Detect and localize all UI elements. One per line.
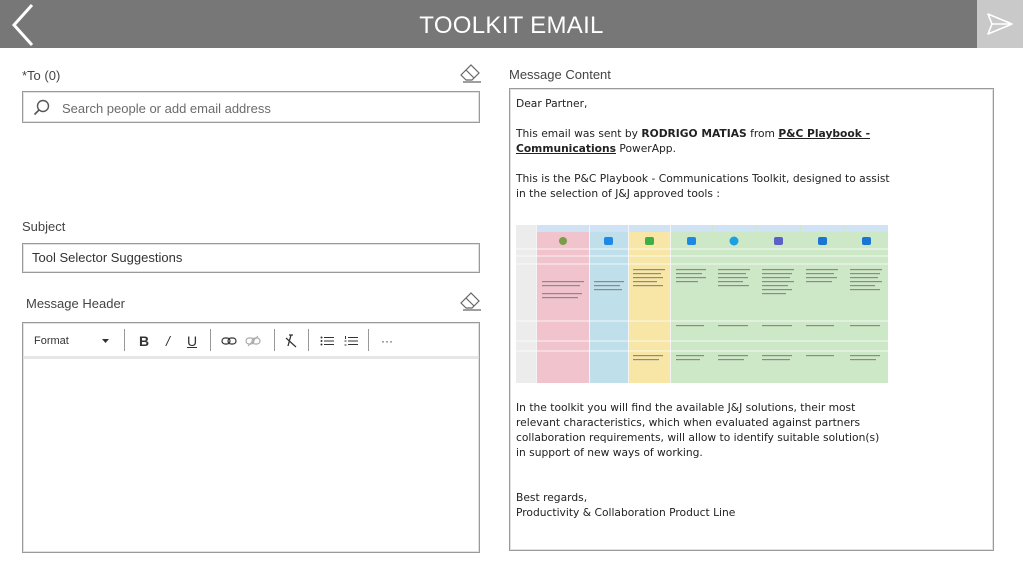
- eraser-icon[interactable]: [460, 292, 482, 312]
- search-icon: [33, 99, 50, 116]
- unlink-icon[interactable]: [242, 330, 264, 352]
- toolbar-separator: [210, 329, 211, 351]
- numbered-list-icon[interactable]: [340, 330, 362, 352]
- clear-format-icon[interactable]: [280, 330, 302, 352]
- subject-input[interactable]: Tool Selector Suggestions: [22, 243, 480, 273]
- link-icon[interactable]: [218, 330, 240, 352]
- greeting: Dear Partner,: [516, 97, 588, 110]
- format-dropdown[interactable]: Format: [34, 330, 114, 352]
- eraser-icon[interactable]: [460, 64, 482, 84]
- send-button[interactable]: [977, 0, 1023, 48]
- from-text: from: [746, 127, 779, 140]
- sender-name: RODRIGO MATIAS: [641, 127, 747, 140]
- body-text: In the toolkit you will find the availab…: [516, 401, 880, 459]
- recipient-search-field[interactable]: [22, 91, 480, 123]
- page-title: TOOLKIT EMAIL: [419, 12, 604, 39]
- sent-by-line: This email was sent by RODRIGO MATIAS fr…: [516, 126, 891, 156]
- to-label: *To (0): [22, 68, 61, 83]
- message-header-label: Message Header: [26, 296, 125, 311]
- bold-button[interactable]: B: [134, 330, 154, 352]
- underline-button[interactable]: U: [182, 330, 202, 352]
- signature-text: Productivity & Collaboration Product Lin…: [516, 506, 736, 519]
- message-header-editor[interactable]: Format B / U ···: [22, 322, 480, 553]
- header-bar: TOOLKIT EMAIL: [0, 0, 1023, 48]
- toolkit-table-image: [516, 225, 888, 383]
- message-body-continued: In the toolkit you will find the availab…: [516, 400, 891, 520]
- toolbar-separator: [368, 329, 369, 351]
- italic-button[interactable]: /: [158, 330, 178, 352]
- recipient-search-input[interactable]: [60, 97, 464, 119]
- regards-text: Best regards,: [516, 491, 588, 504]
- message-content-label: Message Content: [509, 67, 611, 82]
- toolbar-separator: [308, 329, 309, 351]
- format-dropdown-label: Format: [34, 335, 69, 347]
- subject-label: Subject: [22, 219, 66, 234]
- intro-text: This is the P&C Playbook - Communication…: [516, 172, 890, 200]
- sent-by-suffix: PowerApp.: [615, 142, 676, 155]
- toolbar-separator: [274, 329, 275, 351]
- rich-text-toolbar: Format B / U ···: [24, 324, 478, 359]
- sent-by-prefix: This email was sent by: [516, 127, 642, 140]
- message-body: Dear Partner, This email was sent by ROD…: [516, 96, 891, 201]
- toolbar-separator: [124, 329, 125, 351]
- chevron-down-icon: [102, 339, 109, 343]
- send-icon: [987, 13, 1013, 35]
- message-content-box[interactable]: Dear Partner, This email was sent by ROD…: [509, 88, 994, 551]
- more-icon[interactable]: ···: [376, 330, 398, 352]
- bullet-list-icon[interactable]: [316, 330, 338, 352]
